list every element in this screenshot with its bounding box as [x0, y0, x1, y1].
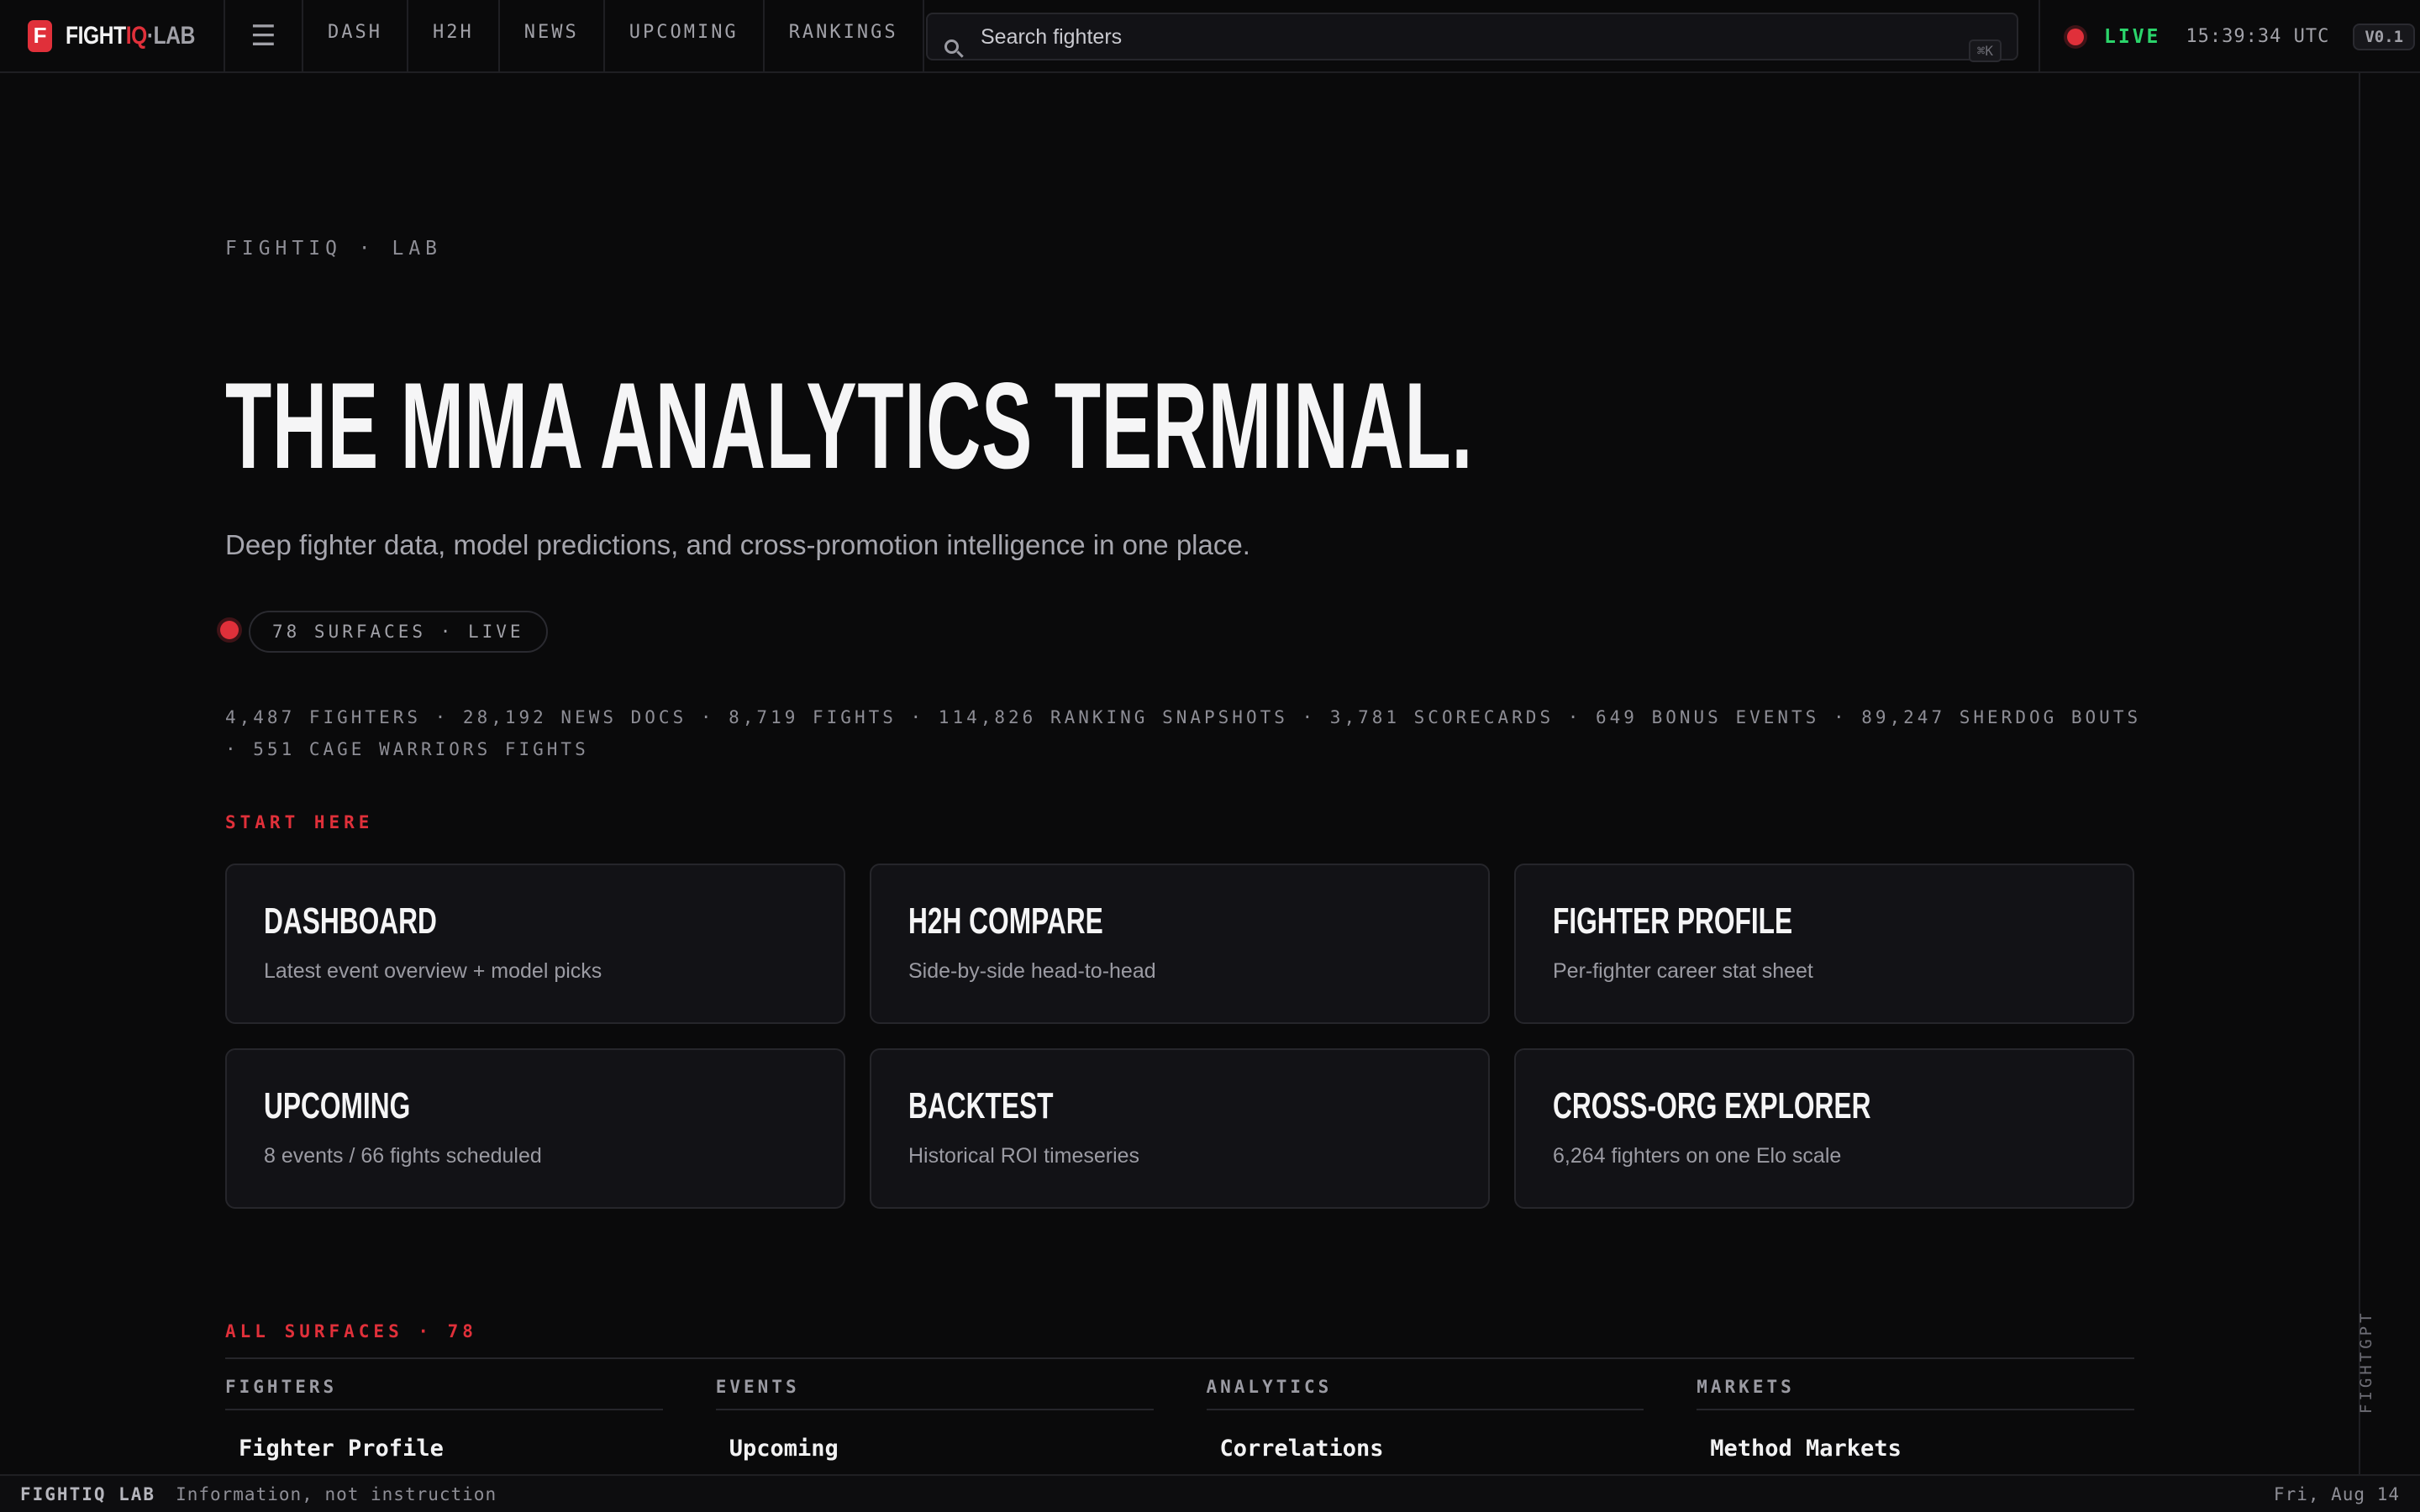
nav-h2h[interactable]: H2H	[408, 0, 500, 71]
column-heading: MARKETS	[1697, 1377, 2134, 1410]
card-upcoming[interactable]: UPCOMING 8 events / 66 fights scheduled	[225, 1048, 845, 1209]
nav-upcoming-label: UPCOMING	[629, 22, 739, 43]
stats-line: 4,487 FIGHTERS · 28,192 NEWS DOCS · 8,71…	[225, 707, 2142, 759]
surface-link[interactable]: Correlations	[1207, 1436, 1644, 1462]
nav-upcoming[interactable]: UPCOMING	[605, 0, 765, 71]
footer-note: Information, not instruction	[176, 1483, 497, 1504]
card-desc: Per-fighter career stat sheet	[1553, 959, 1813, 983]
column-markets: MARKETS Method Markets	[1697, 1377, 2134, 1462]
brand-name-part-2: IQ	[125, 21, 148, 50]
hero-subtitle: Deep fighter data, model predictions, an…	[225, 529, 1250, 560]
surface-link[interactable]: Fighter Profile	[225, 1436, 663, 1462]
card-title: FIGHTER PROFILE	[1553, 900, 1793, 942]
brand[interactable]: F FIGHTIQ·LAB	[0, 0, 225, 71]
column-heading: ANALYTICS	[1206, 1377, 1644, 1410]
nav-dash-label: DASH	[328, 22, 382, 43]
card-desc: 6,264 fighters on one Elo scale	[1553, 1144, 1842, 1168]
brand-name: FIGHTIQ·LAB	[66, 22, 195, 50]
footer-date: Fri, Aug 14	[2273, 1483, 2400, 1504]
brand-name-part-1: FIGHT	[66, 21, 126, 50]
fightgpt-label: FIGHTGPT	[2357, 1310, 2375, 1414]
card-title: BACKTEST	[908, 1085, 1054, 1126]
divider	[225, 1357, 2134, 1359]
clock: 15:39:34 UTC	[2186, 26, 2330, 47]
nav-h2h-label: H2H	[432, 22, 474, 43]
live-indicator-icon	[2067, 28, 2084, 45]
nav-rankings-label: RANKINGS	[788, 22, 898, 43]
brand-logo-icon: F	[28, 19, 53, 52]
start-here-cards: DASHBOARD Latest event overview + model …	[225, 864, 2134, 1209]
all-surfaces-label: ALL SURFACES · 78	[225, 1321, 477, 1341]
card-fighter-profile[interactable]: FIGHTER PROFILE Per-fighter career stat …	[1514, 864, 2134, 1024]
card-h2h-compare[interactable]: H2H COMPARE Side-by-side head-to-head	[870, 864, 1490, 1024]
card-cross-org-explorer[interactable]: CROSS-ORG EXPLORER 6,264 fighters on one…	[1514, 1048, 2134, 1209]
menu-button[interactable]: ☰	[225, 0, 303, 71]
card-backtest[interactable]: BACKTEST Historical ROI timeseries	[870, 1048, 1490, 1209]
hero-title: THE MMA ANALYTICS TERMINAL.	[225, 357, 1474, 494]
footer-brand: FIGHTIQ LAB	[20, 1483, 156, 1504]
card-title: CROSS-ORG EXPLORER	[1553, 1085, 1871, 1126]
card-title: H2H COMPARE	[908, 900, 1103, 942]
hamburger-icon: ☰	[250, 19, 276, 52]
surfaces-live-icon	[220, 621, 239, 639]
surfaces-pill: 78 SURFACES · LIVE	[249, 611, 548, 653]
live-label: LIVE	[2104, 25, 2161, 48]
column-heading: EVENTS	[715, 1377, 1154, 1410]
status-area: LIVE 15:39:34 UTC V0.1	[2039, 0, 2420, 73]
top-bar: F FIGHTIQ·LAB ☰ DASH H2H NEWS UPCOMING R…	[0, 0, 2420, 73]
brand-name-part-3: ·LAB	[147, 21, 196, 50]
start-here-label: START HERE	[225, 812, 374, 832]
nav-rankings[interactable]: RANKINGS	[765, 0, 924, 71]
nav-dash[interactable]: DASH	[303, 0, 408, 71]
surface-link[interactable]: Method Markets	[1697, 1436, 2134, 1462]
right-rail: FIGHTGPT	[2357, 73, 2420, 1474]
search-icon	[944, 39, 959, 54]
surface-link[interactable]: Upcoming	[716, 1436, 1154, 1462]
card-title: DASHBOARD	[264, 900, 437, 942]
column-fighters: FIGHTERS Fighter Profile	[225, 1377, 663, 1462]
search-box[interactable]: ⌘K	[926, 13, 2018, 62]
surfaces-columns: FIGHTERS Fighter Profile EVENTS Upcoming…	[225, 1377, 2134, 1462]
column-heading: FIGHTERS	[225, 1377, 663, 1410]
search-input[interactable]	[981, 23, 1905, 51]
search-shortcut-badge: ⌘K	[1968, 39, 2002, 62]
card-desc: Historical ROI timeseries	[908, 1144, 1140, 1168]
column-analytics: ANALYTICS Correlations	[1206, 1377, 1644, 1462]
hero-eyebrow: FIGHTIQ · LAB	[225, 238, 443, 260]
nav-news[interactable]: NEWS	[500, 0, 605, 71]
nav-news-label: NEWS	[523, 22, 579, 43]
version-badge: V0.1	[2353, 23, 2416, 50]
bottom-bar: FIGHTIQ LAB Information, not instruction…	[0, 1474, 2420, 1512]
column-events: EVENTS Upcoming	[715, 1377, 1154, 1462]
card-dashboard[interactable]: DASHBOARD Latest event overview + model …	[225, 864, 845, 1024]
card-title: UPCOMING	[264, 1085, 411, 1126]
card-desc: Latest event overview + model picks	[264, 959, 602, 983]
card-desc: Side-by-side head-to-head	[908, 959, 1156, 983]
card-desc: 8 events / 66 fights scheduled	[264, 1144, 542, 1168]
